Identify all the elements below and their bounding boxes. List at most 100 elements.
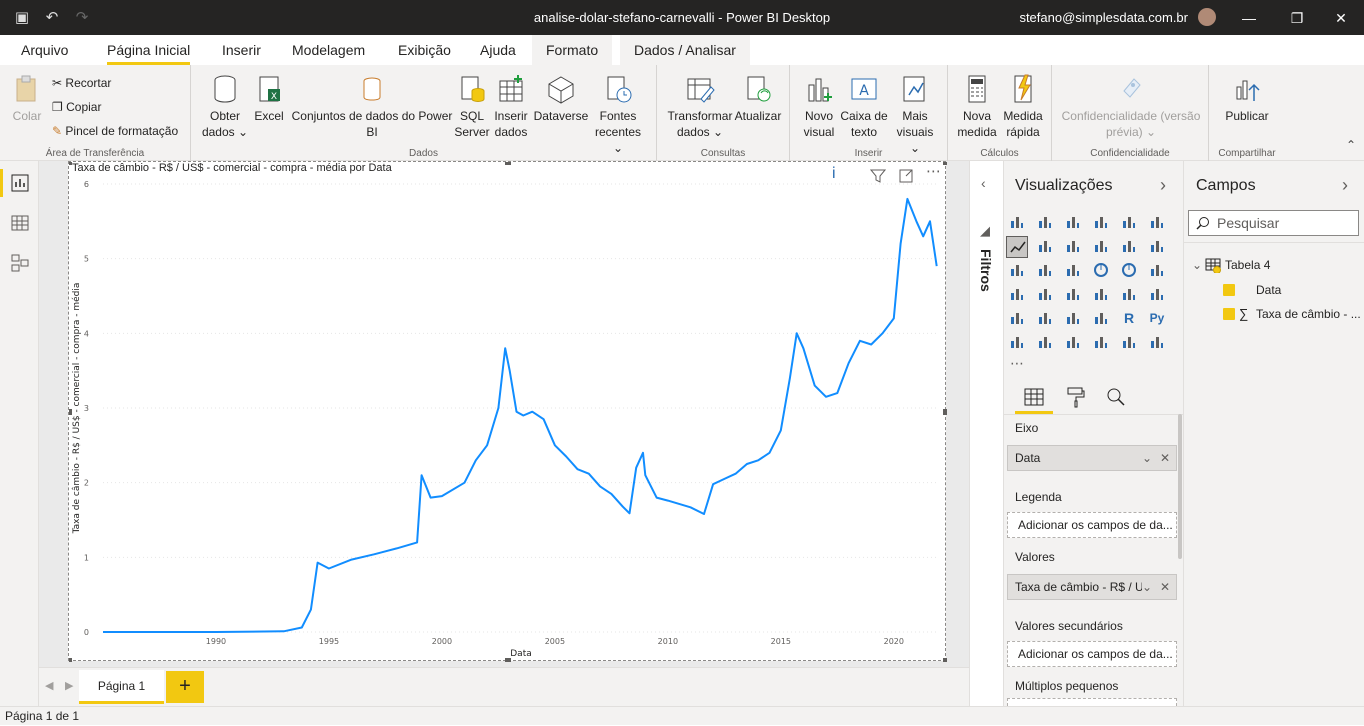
- new-measure-button[interactable]: Nova medida: [954, 73, 1000, 140]
- publish-button[interactable]: Publicar: [1215, 73, 1279, 124]
- power-apps-icon[interactable]: [1146, 332, 1168, 354]
- treemap-icon[interactable]: [1146, 260, 1168, 282]
- values-chevron-down-icon[interactable]: ⌄: [1141, 575, 1152, 599]
- enter-data-button[interactable]: Inserir dados: [493, 73, 529, 140]
- avatar[interactable]: [1198, 8, 1216, 26]
- paginated-icon[interactable]: [1118, 332, 1140, 354]
- expand-filters-icon[interactable]: ‹: [981, 175, 986, 191]
- chevron-down-icon[interactable]: ⌄: [1142, 446, 1152, 470]
- get-data-button[interactable]: Obter dados ⌄: [199, 73, 251, 140]
- table-name[interactable]: Tabela 4: [1225, 258, 1270, 272]
- donut-icon[interactable]: [1118, 260, 1140, 282]
- filters-pane-collapsed[interactable]: ‹ ◢ Filtros: [969, 161, 1003, 706]
- format-painter-button[interactable]: ✎ Pincel de formatação: [52, 123, 178, 139]
- quick-measure-button[interactable]: Medida rápida: [1000, 73, 1046, 140]
- more-visuals-button[interactable]: Mais visuais ⌄: [890, 73, 940, 156]
- page-tab-1[interactable]: Página 1: [79, 670, 164, 704]
- info-icon[interactable]: i: [832, 165, 836, 183]
- focus-mode-icon[interactable]: [898, 168, 914, 184]
- paste-button[interactable]: Colar: [8, 73, 46, 124]
- slicer-icon[interactable]: [1034, 308, 1056, 330]
- excel-button[interactable]: X Excel: [253, 73, 285, 124]
- analytics-magnifier-icon[interactable]: [1105, 386, 1127, 408]
- format-paint-roller-icon[interactable]: [1065, 386, 1087, 408]
- tab-ajuda[interactable]: Ajuda: [472, 35, 524, 65]
- report-view-icon[interactable]: [10, 173, 30, 193]
- data-view-icon[interactable]: [10, 213, 30, 233]
- rate-field[interactable]: Taxa de câmbio - ...: [1256, 307, 1361, 321]
- kpi-icon[interactable]: [1006, 308, 1028, 330]
- stacked-column-icon[interactable]: [1034, 212, 1056, 234]
- funnel-icon[interactable]: [1034, 260, 1056, 282]
- filter-icon[interactable]: [870, 168, 886, 184]
- multirow-card-icon[interactable]: [1146, 284, 1168, 306]
- sensitivity-button[interactable]: Confidencialidade (versão prévia) ⌄: [1058, 73, 1204, 140]
- rate-field-checkbox[interactable]: [1223, 308, 1235, 320]
- data-field[interactable]: Data: [1256, 283, 1281, 297]
- refresh-button[interactable]: Atualizar: [733, 73, 783, 124]
- values-field-chip[interactable]: Taxa de câmbio - R$ / U ⌄ ✕: [1007, 574, 1177, 600]
- cut-button[interactable]: ✂ Recortar: [52, 75, 111, 91]
- clustered-bar-icon[interactable]: [1062, 212, 1084, 234]
- copy-button[interactable]: ❐ Copiar: [52, 99, 101, 115]
- maximize-icon[interactable]: ❐: [1282, 6, 1312, 30]
- stacked-bar-icon[interactable]: [1006, 212, 1028, 234]
- remove-axis-icon[interactable]: ✕: [1160, 446, 1170, 470]
- tab-pagina-inicial[interactable]: Página Inicial: [99, 35, 198, 65]
- tab-dados-analisar[interactable]: Dados / Analisar: [620, 35, 750, 65]
- fields-tab-icon[interactable]: [1023, 386, 1045, 408]
- stacked-area-icon[interactable]: [1062, 236, 1084, 258]
- fields-search-input[interactable]: Pesquisar: [1188, 210, 1359, 236]
- tab-inserir[interactable]: Inserir: [214, 35, 269, 65]
- tab-arquivo[interactable]: Arquivo: [13, 35, 76, 65]
- shape-map-icon[interactable]: [1062, 284, 1084, 306]
- dataverse-button[interactable]: Dataverse: [531, 73, 591, 124]
- collapse-viz-icon[interactable]: ›: [1160, 175, 1166, 196]
- collapse-fields-icon[interactable]: ›: [1342, 175, 1348, 196]
- key-influencers-icon[interactable]: [1006, 332, 1028, 354]
- sql-server-button[interactable]: SQL Server: [453, 73, 491, 140]
- legend-drop-zone[interactable]: Adicionar os campos de da...: [1007, 512, 1177, 538]
- line-clustered-icon[interactable]: [1118, 236, 1140, 258]
- page-prev-icon[interactable]: ◀: [45, 679, 53, 692]
- new-visual-button[interactable]: Novo visual: [798, 73, 840, 140]
- close-icon[interactable]: ✕: [1326, 6, 1356, 30]
- clustered-column-icon[interactable]: [1090, 212, 1112, 234]
- tab-exibicao[interactable]: Exibição: [390, 35, 459, 65]
- page-next-icon[interactable]: ▶: [65, 679, 73, 692]
- viz-scrollbar[interactable]: [1178, 414, 1182, 559]
- matrix-icon[interactable]: [1090, 308, 1112, 330]
- model-view-icon[interactable]: [10, 253, 30, 273]
- datasets-button[interactable]: Conjuntos de dados do Power BI: [289, 73, 455, 140]
- waterfall-icon[interactable]: [1006, 260, 1028, 282]
- more-visuals-ellipsis-icon[interactable]: ⋯: [1010, 355, 1024, 372]
- secondary-values-drop-zone[interactable]: Adicionar os campos de da...: [1007, 641, 1177, 667]
- tab-formato[interactable]: Formato: [532, 35, 613, 65]
- textbox-button[interactable]: A Caixa de texto: [840, 73, 888, 140]
- transform-data-button[interactable]: Transformar dados ⌄: [665, 73, 735, 140]
- user-email[interactable]: stefano@simplesdata.com.br: [1019, 10, 1188, 25]
- collapse-ribbon-icon[interactable]: ⌃: [1346, 138, 1356, 152]
- remove-values-icon[interactable]: ✕: [1159, 575, 1170, 599]
- small-multiples-drop-zone[interactable]: [1007, 698, 1177, 706]
- line-column-icon[interactable]: [1090, 236, 1112, 258]
- python-visual-icon[interactable]: Py: [1146, 308, 1168, 330]
- tab-modelagem[interactable]: Modelagem: [284, 35, 373, 65]
- minimize-icon[interactable]: —: [1234, 6, 1264, 30]
- qa-icon[interactable]: [1062, 332, 1084, 354]
- add-page-button[interactable]: +: [166, 671, 204, 703]
- line-chart-visual[interactable]: 0 1 2 3 4 5 6 1990 1995 2000 2005 2010 2015 2020 Data T…: [68, 161, 947, 662]
- more-options-icon[interactable]: ⋯: [926, 162, 941, 180]
- card-icon[interactable]: [1118, 284, 1140, 306]
- narrative-icon[interactable]: [1090, 332, 1112, 354]
- line-chart-icon[interactable]: [1006, 236, 1028, 258]
- r-visual-icon[interactable]: R: [1118, 308, 1140, 330]
- recent-sources-button[interactable]: Fontes recentes ⌄: [591, 73, 645, 156]
- scatter-icon[interactable]: [1062, 260, 1084, 282]
- ribbon-chart-icon[interactable]: [1146, 236, 1168, 258]
- expand-table-chevron-icon[interactable]: ⌄: [1192, 258, 1202, 272]
- decomposition-tree-icon[interactable]: [1034, 332, 1056, 354]
- table-visual-icon[interactable]: [1062, 308, 1084, 330]
- 100-bar-icon[interactable]: [1118, 212, 1140, 234]
- map-icon[interactable]: [1006, 284, 1028, 306]
